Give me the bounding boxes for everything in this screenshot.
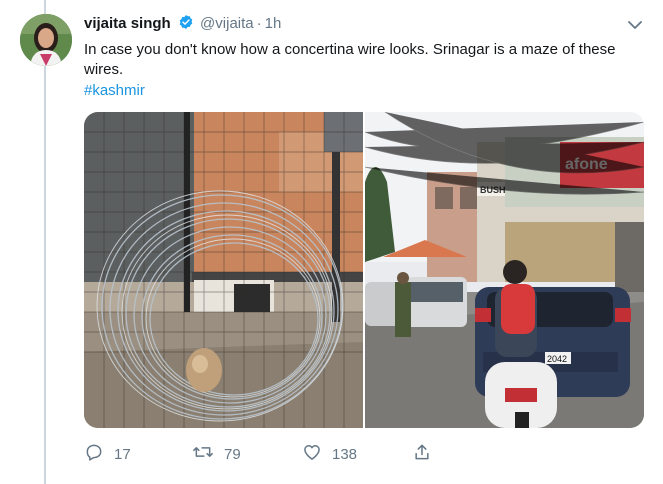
media-grid: afone BUSH 2042 (84, 112, 644, 428)
tweet-actions: 17 79 138 (84, 442, 484, 466)
retweet-button[interactable]: 79 (192, 442, 241, 466)
tweet-header: vijaita singh @vijaita · 1h (84, 14, 281, 34)
retweet-icon (192, 442, 224, 466)
timestamp[interactable]: 1h (265, 15, 282, 32)
thread-line (44, 0, 46, 484)
like-icon (302, 442, 332, 466)
retweet-count: 79 (224, 445, 241, 463)
avatar[interactable] (20, 14, 72, 66)
chevron-down-icon[interactable] (626, 16, 644, 34)
hashtag-link[interactable]: #kashmir (84, 82, 145, 99)
reply-button[interactable]: 17 (84, 442, 131, 466)
like-button[interactable]: 138 (302, 442, 357, 466)
like-count: 138 (332, 445, 358, 463)
author-handle[interactable]: @vijaita (200, 15, 254, 32)
share-icon (412, 442, 442, 466)
separator: · (256, 15, 262, 32)
share-button[interactable] (412, 442, 442, 466)
author-name[interactable]: vijaita singh (84, 15, 171, 32)
concertina-wire-photo[interactable] (84, 112, 363, 428)
tweet-text: In case you don't know how a concertina … (84, 41, 616, 78)
verified-icon (178, 14, 194, 34)
reply-count: 17 (114, 445, 131, 463)
street-scene-photo[interactable]: afone BUSH 2042 (364, 112, 644, 428)
plate-text: 2042 (547, 354, 567, 364)
reply-icon (84, 442, 114, 466)
